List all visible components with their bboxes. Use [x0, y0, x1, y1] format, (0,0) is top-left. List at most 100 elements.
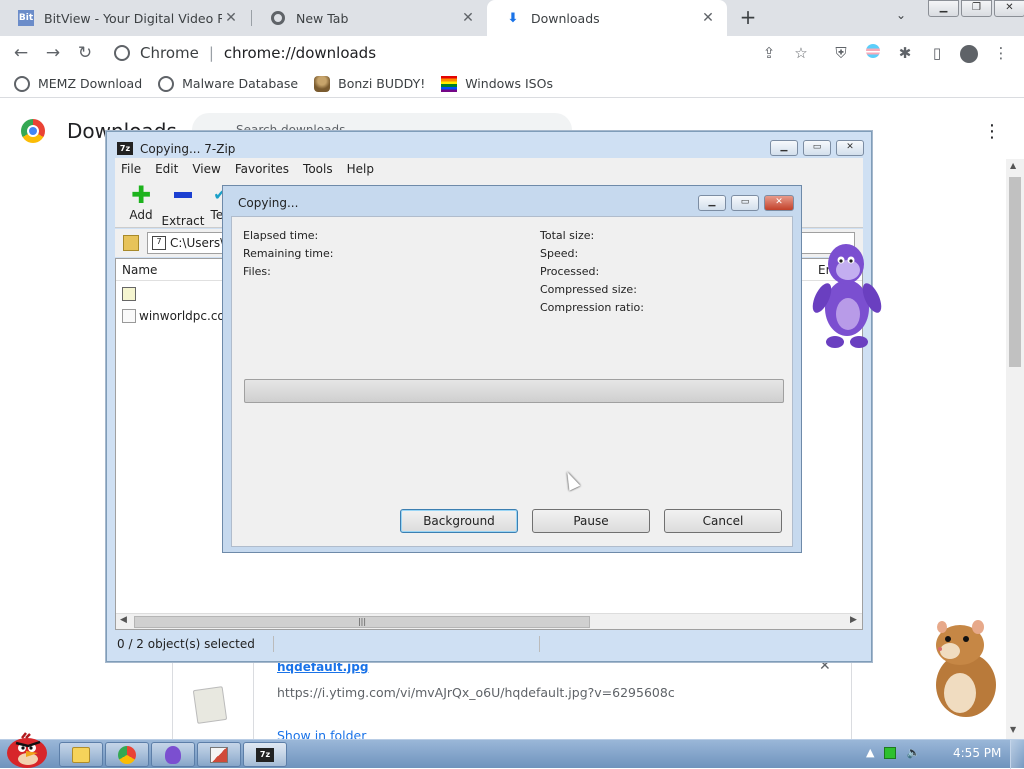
close-icon[interactable]: ✕ — [764, 195, 794, 211]
close-tab-icon[interactable]: ✕ — [699, 10, 717, 26]
menu-view[interactable]: View — [192, 162, 220, 176]
status-divider — [539, 636, 540, 652]
menu-edit[interactable]: Edit — [155, 162, 178, 176]
iso-file-icon — [122, 287, 136, 301]
scroll-thumb[interactable] — [1009, 177, 1021, 367]
maximize-icon[interactable]: ▭ — [803, 140, 831, 156]
menu-file[interactable]: File — [121, 162, 141, 176]
omnibox[interactable]: Chrome | chrome://downloads — [110, 40, 830, 66]
taskbar-bonzi[interactable] — [151, 742, 195, 767]
download-icon: ⬇ — [507, 10, 519, 26]
profile-avatar-icon[interactable] — [958, 42, 980, 64]
volume-icon[interactable]: 🔈 — [906, 746, 920, 759]
globe-icon — [14, 75, 30, 92]
extract-button[interactable]: Extract — [159, 186, 207, 228]
add-label: Add — [129, 208, 153, 222]
system-tray: ▲ 🔈 — [866, 746, 920, 759]
forward-icon[interactable]: → — [42, 42, 64, 64]
tab-search-icon[interactable]: ⌄ — [896, 8, 906, 22]
back-icon[interactable]: ← — [10, 42, 32, 64]
taskbar-chrome[interactable] — [105, 742, 149, 767]
bookmark-malware-db[interactable]: Malware Database — [158, 75, 298, 92]
scroll-thumb[interactable]: ||| — [134, 616, 590, 628]
tab-downloads[interactable]: ⬇ Downloads ✕ — [487, 0, 727, 36]
chrome-icon — [118, 745, 136, 764]
download-filename[interactable]: hqdefault.jpg — [277, 660, 368, 674]
taskbar-clock[interactable]: 4:55 PM — [953, 746, 1001, 760]
menu-favorites[interactable]: Favorites — [235, 162, 289, 176]
chrome-secure-icon — [114, 45, 130, 61]
scroll-right-icon[interactable]: ▶ — [850, 615, 857, 625]
background-button[interactable]: Background — [400, 509, 518, 533]
cancel-button[interactable]: Cancel — [664, 509, 782, 533]
scroll-up-icon[interactable]: ▲ — [1010, 161, 1016, 170]
bookmark-label: Windows ISOs — [465, 76, 553, 91]
show-desktop-button[interactable] — [1010, 740, 1024, 769]
speed-label: Speed: — [540, 247, 579, 260]
tab-strip: Bit BitView - Your Digital Video Re ✕ Ne… — [0, 0, 1024, 36]
close-icon[interactable]: ✕ — [994, 0, 1024, 17]
close-icon[interactable]: ✕ — [836, 140, 864, 156]
progress-bar — [244, 379, 784, 403]
taskbar-paint[interactable] — [197, 742, 241, 767]
menu-help[interactable]: Help — [347, 162, 374, 176]
minimize-icon[interactable]: ▁ — [698, 195, 726, 211]
tab-new-tab[interactable]: New Tab ✕ — [252, 0, 487, 36]
column-name[interactable]: Name — [122, 263, 157, 277]
start-button-angry-bird-icon[interactable] — [4, 731, 50, 769]
extension-flag-icon[interactable] — [862, 42, 884, 64]
more-menu-icon[interactable]: ⋮ — [983, 121, 1001, 142]
taskbar-explorer[interactable] — [59, 742, 103, 767]
battery-icon[interactable] — [884, 746, 897, 759]
taskbar-7zip[interactable]: 7z — [243, 742, 287, 767]
bookmark-memz[interactable]: MEMZ Download — [14, 75, 142, 92]
scroll-down-icon[interactable]: ▼ — [1010, 725, 1016, 734]
list-item[interactable] — [122, 287, 139, 301]
reload-icon[interactable]: ↻ — [74, 42, 96, 64]
minimize-icon[interactable]: ▁ — [928, 0, 959, 17]
image-file-icon — [192, 686, 228, 724]
minus-icon — [159, 192, 207, 210]
horizontal-scrollbar[interactable]: ◀ ||| ▶ — [116, 613, 862, 629]
menu-tools[interactable]: Tools — [303, 162, 333, 176]
chrome-menu-icon[interactable]: ⋮ — [990, 42, 1012, 64]
omnibox-url: chrome://downloads — [223, 44, 377, 62]
bonzi-icon — [314, 75, 331, 92]
extract-label: Extract — [161, 214, 205, 228]
dialog-body: Elapsed time: Remaining time: Files: Tot… — [231, 216, 793, 547]
new-tab-button[interactable]: + — [737, 6, 759, 28]
rainbow-flag-icon — [441, 75, 458, 92]
close-tab-icon[interactable]: ✕ — [459, 10, 477, 26]
side-panel-icon[interactable]: ▯ — [926, 42, 948, 64]
compressed-size-label: Compressed size: — [540, 283, 637, 296]
ublock-icon[interactable]: ⛨ — [830, 42, 852, 64]
close-tab-icon[interactable]: ✕ — [222, 10, 240, 26]
chrome-logo-icon — [21, 119, 45, 143]
bookmarks-bar: MEMZ Download Malware Database Bonzi BUD… — [0, 70, 1024, 98]
maximize-icon[interactable]: ▭ — [731, 195, 759, 211]
bonzi-buddy-icon[interactable] — [808, 238, 886, 352]
hamster-icon[interactable] — [920, 615, 1010, 721]
show-hidden-icons-icon[interactable]: ▲ — [866, 746, 874, 759]
remaining-time-label: Remaining time: — [243, 247, 334, 260]
bookmark-bonzi[interactable]: Bonzi BUDDY! — [314, 75, 425, 92]
tab-bitview[interactable]: Bit BitView - Your Digital Video Re ✕ — [0, 0, 250, 36]
minimize-icon[interactable]: ▁ — [770, 140, 798, 156]
elapsed-time-label: Elapsed time: — [243, 229, 319, 242]
plus-icon: ✚ — [130, 181, 152, 209]
globe-icon — [158, 75, 175, 92]
scroll-left-icon[interactable]: ◀ — [120, 615, 127, 625]
extensions-puzzle-icon[interactable]: ✱ — [894, 42, 916, 64]
pause-button[interactable]: Pause — [532, 509, 650, 533]
compression-ratio-label: Compression ratio: — [540, 301, 644, 314]
7zip-icon: 7z — [117, 142, 133, 155]
total-size-label: Total size: — [540, 229, 595, 242]
folder-up-icon[interactable] — [123, 235, 139, 251]
explorer-icon — [72, 746, 90, 763]
bookmark-windows-isos[interactable]: Windows ISOs — [441, 75, 553, 92]
list-item[interactable]: winworldpc.con — [122, 309, 232, 323]
restore-icon[interactable]: ❐ — [961, 0, 992, 17]
paint-icon — [210, 746, 228, 763]
add-button[interactable]: ✚ Add — [123, 181, 159, 222]
7zip-icon: 7 — [152, 236, 166, 250]
